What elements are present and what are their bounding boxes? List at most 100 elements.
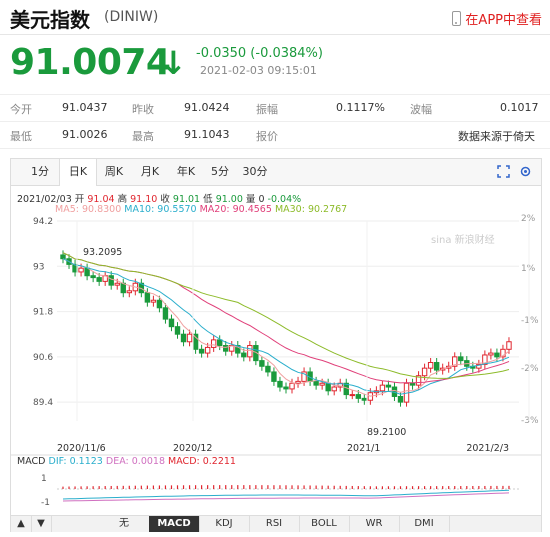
candle-body bbox=[289, 382, 295, 390]
down-arrow-icon: ↓ bbox=[160, 44, 187, 82]
candle-body bbox=[361, 397, 368, 401]
x-tick-label: 2021/1 bbox=[347, 443, 380, 454]
macd-dif-value: 0.1123 bbox=[69, 456, 103, 467]
macd-macd-value: 0.2211 bbox=[202, 456, 236, 467]
candle-body bbox=[349, 394, 355, 397]
candle-body bbox=[385, 384, 392, 388]
candle-body bbox=[295, 380, 301, 384]
stat-value: 91.0026 bbox=[62, 128, 108, 141]
candle-body bbox=[283, 386, 289, 390]
stats-row: 最低 91.0026 最高 91.1043 报价 数据来源于倚天 bbox=[0, 121, 550, 149]
symbol-code: (DINIW) bbox=[104, 9, 159, 25]
candle-body bbox=[506, 341, 512, 350]
candle-body bbox=[186, 333, 193, 343]
macd-legend: MACD DIF: 0.1123 DEA: 0.0018 MACD: 0.221… bbox=[17, 456, 236, 467]
candle-body bbox=[78, 267, 84, 273]
candle-body bbox=[210, 339, 217, 348]
candle-body bbox=[277, 380, 283, 388]
y-tick-label: 93 bbox=[33, 262, 44, 272]
pct-tick-label: 1% bbox=[521, 264, 536, 274]
stat-label: 波幅 bbox=[410, 103, 432, 116]
macd-dif: DIF: 0.1123 bbox=[48, 456, 103, 467]
stat-label: 最高 bbox=[132, 130, 154, 143]
watermark: sina 新浪财经 bbox=[431, 233, 495, 246]
candle-body bbox=[409, 382, 416, 386]
candle-body bbox=[60, 254, 66, 260]
candle-body bbox=[325, 382, 331, 392]
stats-row: 今开 91.0437 昨收 91.0424 振幅 0.1117% 波幅 0.10… bbox=[0, 94, 550, 121]
candle-body bbox=[216, 339, 223, 347]
candle-body bbox=[494, 352, 500, 358]
scroll-up-button[interactable]: ▲ bbox=[11, 516, 32, 532]
stat-label: 今开 bbox=[10, 103, 32, 116]
x-tick-label: 2020/12 bbox=[173, 443, 212, 454]
quote-time: 2021-02-03 09:15:01 bbox=[200, 64, 317, 77]
stat-value: 91.0437 bbox=[62, 101, 108, 114]
candlestick-chart: 94.2 93 91.8 90.6 89.4 2% 1% -1% -2% -3% sina 新浪财经… bbox=[11, 214, 541, 508]
tab-none[interactable]: 无 bbox=[99, 516, 150, 532]
tab-kdj[interactable]: KDJ bbox=[199, 516, 250, 532]
macd-dea: DEA: 0.0018 bbox=[105, 456, 165, 467]
low-annotation: 89.2100 bbox=[367, 427, 406, 438]
tab-dmi[interactable]: DMI bbox=[399, 516, 450, 532]
candle-body bbox=[198, 348, 205, 354]
open-in-app-link[interactable]: 在APP中查看 bbox=[452, 9, 542, 28]
scroll-down-button[interactable]: ▼ bbox=[31, 516, 52, 532]
high-annotation: 93.2095 bbox=[83, 247, 122, 258]
candle-body bbox=[204, 346, 211, 354]
pct-tick-label: -2% bbox=[521, 364, 539, 374]
candle-body bbox=[313, 380, 319, 386]
candle-body bbox=[433, 362, 440, 371]
open-in-app-label: 在APP中查看 bbox=[465, 13, 542, 28]
x-tick-label: 2021/2/3 bbox=[466, 443, 509, 454]
macd-title: MACD bbox=[17, 456, 46, 467]
candle-body bbox=[379, 384, 386, 392]
candle-body bbox=[458, 356, 464, 362]
stat-label: 昨收 bbox=[132, 103, 154, 116]
phone-icon bbox=[452, 11, 462, 26]
stat-value: 0.1117% bbox=[336, 101, 385, 114]
stat-value: 0.1017 bbox=[500, 101, 539, 114]
candle-body bbox=[114, 282, 120, 286]
candle-body bbox=[162, 307, 169, 320]
y-tick-label: 91.8 bbox=[33, 308, 53, 318]
candle-body bbox=[223, 345, 229, 352]
ma-line bbox=[62, 252, 510, 379]
tab-macd[interactable]: MACD bbox=[149, 516, 200, 532]
candle-body bbox=[90, 275, 96, 279]
current-price: 91.0074 bbox=[10, 42, 171, 83]
price-change: -0.0350 (-0.0384%) bbox=[196, 46, 323, 61]
candle-body bbox=[355, 394, 362, 399]
stat-value: 91.1043 bbox=[184, 128, 230, 141]
pct-tick-label: -3% bbox=[521, 416, 539, 426]
candle-body bbox=[174, 326, 181, 335]
candle-body bbox=[421, 367, 428, 377]
candle-body bbox=[331, 386, 337, 392]
tab-boll[interactable]: BOLL bbox=[299, 516, 350, 532]
y-tick-label: 90.6 bbox=[33, 353, 53, 363]
candle-body bbox=[319, 382, 325, 386]
candle-body bbox=[156, 299, 163, 309]
pct-tick-label: -1% bbox=[521, 316, 539, 326]
stat-value: 91.0424 bbox=[184, 101, 230, 114]
candle-body bbox=[265, 365, 271, 373]
data-source: 数据来源于倚天 bbox=[458, 130, 535, 143]
candle-body bbox=[180, 333, 187, 343]
candle-body bbox=[120, 282, 126, 294]
candle-body bbox=[168, 318, 175, 328]
candle-body bbox=[397, 395, 404, 403]
candle-body bbox=[96, 277, 102, 282]
tab-rsi[interactable]: RSI bbox=[249, 516, 300, 532]
candle-body bbox=[108, 275, 114, 286]
tab-wr[interactable]: WR bbox=[349, 516, 400, 532]
chart-panel: 1分 日K 周K 月K 年K 5分 30分 2021/02/03 开 91.04… bbox=[10, 158, 542, 532]
stat-label: 振幅 bbox=[256, 103, 278, 116]
candle-body bbox=[271, 371, 277, 382]
y-tick-label: 89.4 bbox=[33, 398, 53, 408]
ma-line bbox=[62, 258, 510, 397]
macd-macd: MACD: 0.2211 bbox=[168, 456, 236, 467]
macd-tick-label: -1 bbox=[41, 498, 50, 508]
ma-line bbox=[62, 252, 510, 384]
candle-body bbox=[241, 352, 247, 358]
macd-tick-label: 1 bbox=[41, 474, 47, 484]
